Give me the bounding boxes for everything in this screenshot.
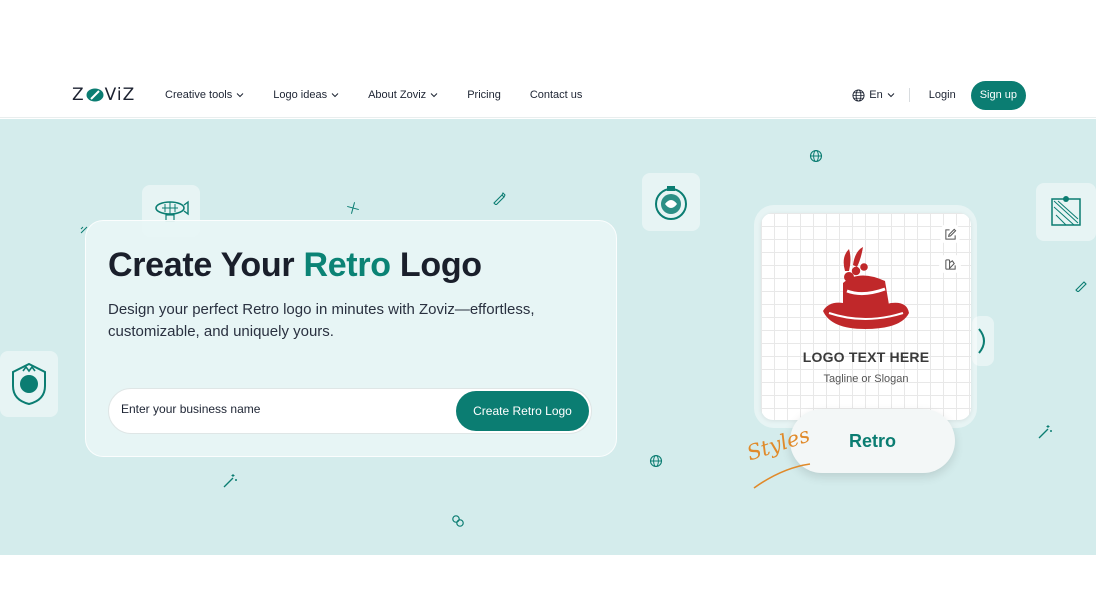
sparkle-icon [347, 202, 359, 214]
business-name-form: Create Retro Logo [108, 388, 592, 434]
hero-title-part2: Logo [390, 246, 482, 284]
magic-wand-icon [1038, 425, 1052, 439]
nav-divider [908, 88, 910, 102]
top-navbar: Z ViZ Creative tools Logo ideas About Zo… [0, 72, 1096, 118]
login-link[interactable]: Login [929, 89, 956, 101]
hero-title-part1: Create Your [108, 246, 304, 284]
nav-right-group: En Login Sign up [852, 80, 1026, 110]
chevron-down-icon [887, 93, 895, 98]
hero-title: Create Your Retro Logo [108, 246, 482, 285]
edit-button[interactable] [939, 223, 961, 245]
zoviz-logo[interactable]: Z ViZ [72, 85, 135, 105]
swoosh-decoration [753, 463, 811, 489]
magic-wand-icon [223, 474, 237, 488]
globe-icon [649, 454, 663, 468]
globe-icon [852, 88, 865, 102]
link-icon [452, 515, 464, 527]
nav-label: Contact us [529, 89, 583, 101]
logo-preview-card: LOGO TEXT HERE Tagline or Slogan [761, 213, 971, 420]
nav-label: Logo ideas [273, 89, 328, 101]
sketch-tile [1036, 183, 1096, 241]
nav-contact-us[interactable]: Contact us [530, 86, 583, 104]
preview-logo-text: LOGO TEXT HERE [802, 349, 930, 365]
lion-crest-icon [12, 362, 46, 406]
edit-icon [944, 228, 956, 240]
style-retro-pill[interactable]: Retro [790, 409, 955, 473]
nav-label: Creative tools [165, 89, 233, 101]
hero-title-accent: Retro [303, 246, 391, 284]
logo-mark-icon [86, 88, 104, 102]
hero-subtitle: Design your perfect Retro logo in minute… [108, 301, 535, 340]
lion-tile [0, 351, 58, 417]
chevron-down-icon [430, 93, 438, 98]
partial-logo-icon [978, 328, 985, 354]
hero-card: Create Your Retro Logo Design your perfe… [85, 220, 617, 457]
retro-hat-logo-icon [823, 247, 909, 329]
palette-icon [944, 258, 956, 270]
pen-icon [493, 192, 506, 205]
pen-icon [1075, 281, 1087, 292]
emblem-tile [642, 173, 700, 231]
signup-button[interactable]: Sign up [970, 80, 1026, 110]
logo-text-left: Z [72, 85, 85, 105]
nav-creative-tools[interactable]: Creative tools [165, 86, 244, 104]
business-name-input[interactable] [121, 402, 441, 416]
language-selector[interactable]: En [852, 88, 895, 102]
chevron-down-icon [236, 93, 244, 98]
palette-button[interactable] [939, 253, 961, 275]
nav-label: About Zoviz [368, 89, 427, 101]
nav-about-zoviz[interactable]: About Zoviz [368, 86, 438, 104]
create-logo-button[interactable]: Create Retro Logo [456, 391, 589, 431]
nav-pricing[interactable]: Pricing [467, 86, 501, 104]
logo-text-right: ViZ [104, 85, 136, 105]
sketch-logo-icon [1051, 196, 1081, 226]
nav-logo-ideas[interactable]: Logo ideas [273, 86, 339, 104]
hero-section: Create Your Retro Logo Design your perfe… [0, 119, 1096, 555]
nav-label: Pricing [467, 89, 501, 101]
chevron-down-icon [331, 93, 339, 98]
emblem-icon [655, 186, 687, 220]
preview-tagline: Tagline or Slogan [823, 373, 909, 385]
main-nav: Creative tools Logo ideas About Zoviz Pr… [165, 86, 611, 104]
globe-icon [809, 149, 823, 163]
language-label: En [869, 89, 883, 101]
